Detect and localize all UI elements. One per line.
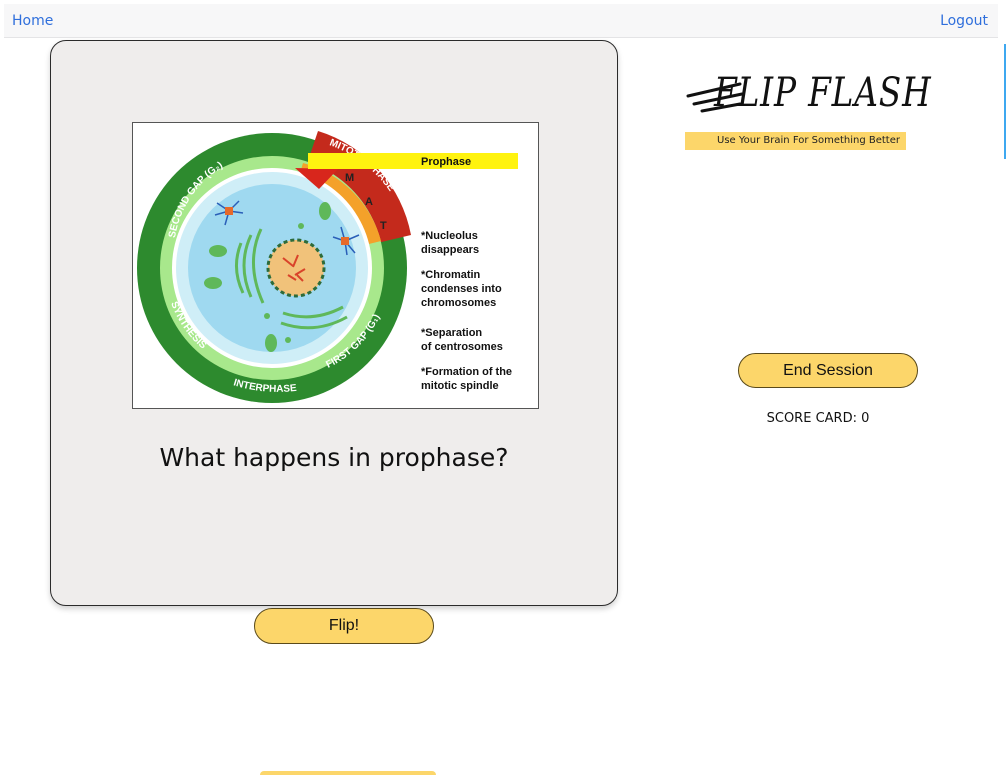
offscreen-button-edge[interactable] [260, 771, 436, 775]
note-line: disappears [421, 244, 479, 256]
phase-letter-t: T [380, 220, 387, 232]
top-navbar: Home Logout [4, 4, 998, 38]
note-line: *Nucleolus [421, 230, 478, 242]
score-card: SCORE CARD: 0 [766, 411, 870, 426]
logo-title: FLIP FLASH [714, 70, 932, 116]
prophase-label: Prophase [421, 156, 471, 168]
cell-cycle-diagram: SECOND GAP (G₂) MITOTIC PHASE SYNTHESIS … [137, 131, 518, 403]
flip-button[interactable]: Flip! [254, 608, 434, 644]
prophase-highlight [308, 153, 518, 169]
phase-letter-m: M [345, 172, 354, 184]
flashcard[interactable]: SECOND GAP (G₂) MITOTIC PHASE SYNTHESIS … [50, 40, 618, 606]
note-line: *Chromatin [421, 269, 481, 281]
nucleus [266, 238, 326, 298]
logo-tagline: Use Your Brain For Something Better [685, 132, 906, 150]
flip-flash-logo: FLIP FLASH Use Your Brain For Something … [684, 70, 932, 154]
note-line: chromosomes [421, 297, 496, 309]
end-session-button[interactable]: End Session [738, 353, 918, 388]
note-line: condenses into [421, 283, 502, 295]
card-image: SECOND GAP (G₂) MITOTIC PHASE SYNTHESIS … [132, 122, 539, 409]
card-question: What happens in prophase? [159, 443, 509, 472]
logout-link[interactable]: Logout [940, 13, 988, 29]
note-line: *Separation [421, 327, 482, 339]
home-link[interactable]: Home [12, 13, 53, 29]
note-line: of centrosomes [421, 341, 503, 353]
note-line: mitotic spindle [421, 380, 499, 392]
note-line: *Formation of the [421, 366, 512, 378]
phase-letter-a: A [365, 196, 373, 208]
